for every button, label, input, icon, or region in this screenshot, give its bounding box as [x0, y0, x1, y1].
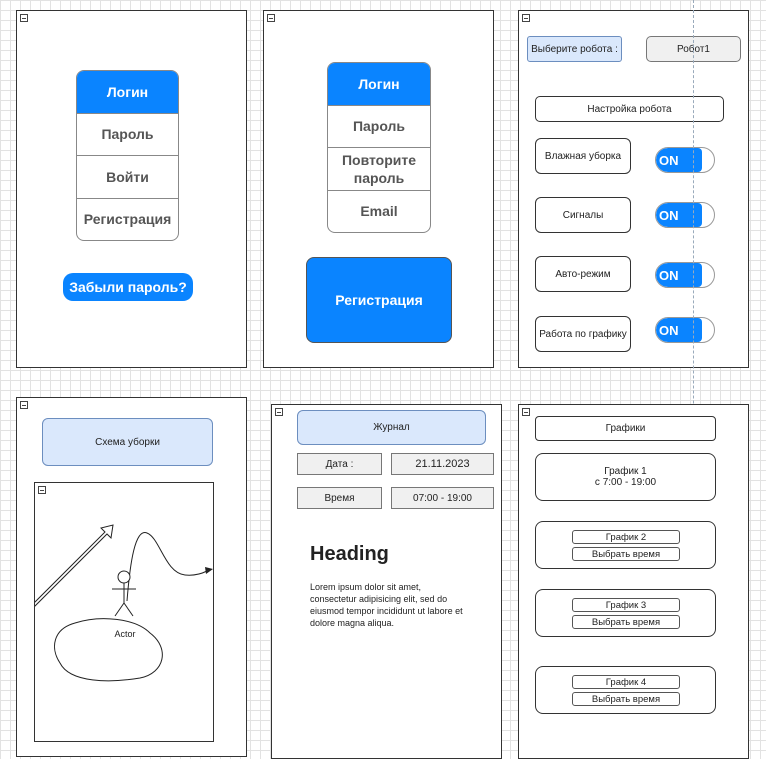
schedule-3-choose-time-button[interactable]: Выбрать время: [572, 615, 680, 629]
enter-button[interactable]: Войти: [77, 155, 178, 198]
login-field[interactable]: Логин: [328, 63, 430, 105]
schedule-4-choose-time-button[interactable]: Выбрать время: [572, 692, 680, 706]
collapse-icon[interactable]: [20, 401, 28, 409]
register-screen-frame: Логин Пароль Повторите пароль Email Реги…: [263, 10, 494, 368]
body-text: Lorem ipsum dolor sit amet, consectetur …: [310, 582, 463, 628]
heading: Heading: [310, 543, 389, 565]
register-link[interactable]: Регистрация: [77, 197, 178, 241]
password-field[interactable]: Пароль: [77, 112, 178, 156]
date-field[interactable]: 21.11.2023: [391, 453, 494, 475]
collapse-icon[interactable]: [267, 14, 275, 22]
schedules-title: Графики: [535, 416, 716, 441]
login-form: Логин Пароль Войти Регистрация: [76, 70, 179, 241]
option-schedule-work: Работа по графику: [535, 316, 631, 352]
schedule-2-choose-time-button[interactable]: Выбрать время: [572, 547, 680, 561]
schedule-3-title[interactable]: График 3: [572, 598, 680, 612]
scheme-title: Схема уборки: [42, 418, 213, 466]
collapse-icon[interactable]: [522, 408, 530, 416]
actor-label: Actor: [114, 629, 136, 639]
password-field[interactable]: Пароль: [328, 104, 430, 148]
schedule-4-card: График 4 Выбрать время: [535, 666, 716, 714]
time-label: Время: [297, 487, 382, 509]
repeat-password-field[interactable]: Повторите пароль: [328, 147, 430, 190]
schedule-2-title[interactable]: График 2: [572, 530, 680, 544]
collapse-icon[interactable]: [275, 408, 283, 416]
schedule-1-time: с 7:00 - 19:00: [594, 477, 657, 488]
closed-loop-shape: [54, 618, 163, 682]
actor-icon: [112, 570, 136, 617]
login-screen-frame: Логин Пароль Войти Регистрация Забыли па…: [16, 10, 247, 368]
toggle-signals[interactable]: ON: [655, 202, 715, 228]
collapse-icon[interactable]: [522, 14, 530, 22]
toggle-on-label: ON: [656, 318, 702, 342]
toggle-auto-mode[interactable]: ON: [655, 262, 715, 288]
email-field[interactable]: Email: [328, 189, 430, 233]
login-field[interactable]: Логин: [77, 71, 178, 113]
choose-robot-label: Выберите робота :: [527, 36, 622, 62]
toggle-on-label: ON: [656, 203, 702, 227]
schedule-3-card: График 3 Выбрать время: [535, 589, 716, 637]
arrowhead-icon: [205, 567, 213, 574]
schedule-2-card: График 2 Выбрать время: [535, 521, 716, 569]
robot-setup-button[interactable]: Настройка робота: [535, 96, 724, 122]
forgot-password-button[interactable]: Забыли пароль?: [63, 273, 193, 301]
toggle-wet-cleaning[interactable]: ON: [655, 147, 715, 173]
schedule-4-title[interactable]: График 4: [572, 675, 680, 689]
scheme-canvas: Actor: [34, 482, 214, 742]
option-wet-cleaning: Влажная уборка: [535, 138, 631, 174]
journal-title: Журнал: [297, 410, 486, 445]
register-form: Логин Пароль Повторите пароль Email: [327, 62, 431, 233]
scheme-screen-frame: Схема уборки Actor: [16, 397, 247, 757]
option-auto-mode: Авто-режим: [535, 256, 631, 292]
date-label: Дата :: [297, 453, 382, 475]
schedule-1-card[interactable]: График 1 с 7:00 - 19:00: [535, 453, 716, 501]
schedules-screen-frame: Графики График 1 с 7:00 - 19:00 График 2…: [518, 404, 749, 759]
collapse-icon[interactable]: [20, 14, 28, 22]
toggle-on-label: ON: [656, 148, 702, 172]
schedule-1-title: График 1: [604, 466, 647, 477]
toggle-on-label: ON: [656, 263, 702, 287]
register-button[interactable]: Регистрация: [306, 257, 452, 343]
option-signals: Сигналы: [535, 197, 631, 233]
toggle-schedule-work[interactable]: ON: [655, 317, 715, 343]
double-arrow-icon: [35, 524, 114, 607]
scheme-drawing: [35, 524, 213, 682]
time-field[interactable]: 07:00 - 19:00: [391, 487, 494, 509]
curved-arrow: [126, 532, 208, 602]
settings-screen-frame: Выберите робота : Робот1 Настройка робот…: [518, 10, 749, 368]
journal-screen-frame: Журнал Дата : 21.11.2023 Время 07:00 - 1…: [271, 404, 502, 759]
